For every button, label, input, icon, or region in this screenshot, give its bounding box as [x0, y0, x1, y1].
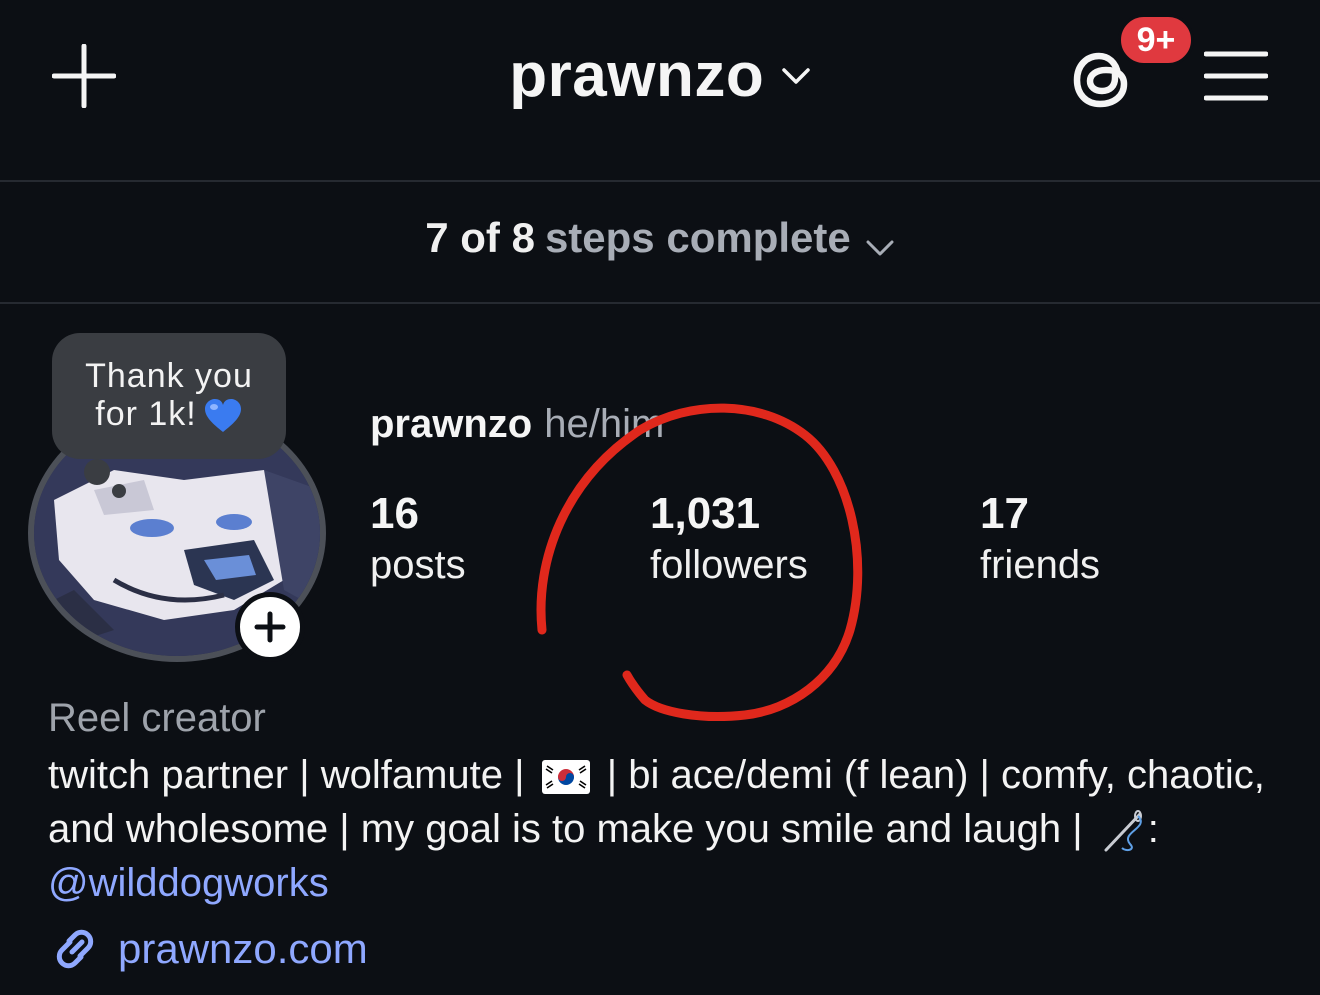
- header-username[interactable]: prawnzo: [509, 40, 764, 111]
- website-link[interactable]: prawnzo.com: [48, 922, 368, 982]
- mention-link[interactable]: @wilddogworks: [48, 861, 329, 905]
- top-bar: prawnzo 9+: [0, 0, 1320, 180]
- south-korea-flag-icon: [541, 760, 590, 795]
- posts-stat[interactable]: 16 posts: [370, 488, 466, 590]
- steps-count: 7 of 8: [425, 214, 535, 261]
- profile-screen: prawnzo 9+ 7 of 8 steps complete Thank y…: [0, 0, 1320, 995]
- profile-bio: twitch partner | wolfamute | | bi ace/de…: [48, 748, 1288, 910]
- menu-icon[interactable]: [1204, 50, 1268, 102]
- note-bubble-tail: [84, 459, 110, 485]
- steps-divider: [0, 302, 1320, 304]
- note-text-line1: Thank you: [85, 357, 253, 395]
- link-icon: [56, 929, 94, 969]
- profile-steps-banner[interactable]: 7 of 8 steps complete: [0, 182, 1320, 302]
- note-bubble-tail: [112, 484, 126, 498]
- pronouns: he/him: [544, 402, 665, 446]
- note-text: for 1k!: [95, 395, 197, 433]
- plus-icon: [254, 611, 286, 643]
- sewing-needle-icon: [1104, 810, 1142, 852]
- followers-count: 1,031: [650, 489, 761, 538]
- add-story-button[interactable]: [235, 592, 305, 662]
- blue-heart-icon: [204, 399, 241, 433]
- friends-count: 17: [980, 489, 1029, 538]
- followers-stat[interactable]: 1,031 followers: [650, 488, 808, 590]
- profile-category: Reel creator: [48, 696, 266, 740]
- profile-name-row: prawnzo he/him: [370, 402, 664, 447]
- bio-text: twitch partner | wolfamute |: [48, 753, 536, 797]
- posts-count: 16: [370, 489, 419, 538]
- friends-stat[interactable]: 17 friends: [980, 488, 1100, 590]
- chevron-down-icon[interactable]: [865, 238, 895, 258]
- bio-text: :: [1147, 807, 1159, 851]
- profile-name: prawnzo: [370, 402, 533, 446]
- posts-label: posts: [370, 543, 466, 587]
- friends-label: friends: [980, 543, 1101, 587]
- note-text-line2: for 1k!: [52, 395, 286, 434]
- notification-badge[interactable]: 9+: [1118, 14, 1194, 66]
- profile-note-bubble[interactable]: Thank you for 1k!: [52, 333, 286, 459]
- website-url: prawnzo.com: [118, 925, 368, 972]
- steps-label: steps complete: [544, 214, 851, 261]
- followers-label: followers: [650, 543, 808, 587]
- chevron-down-icon[interactable]: [781, 64, 811, 88]
